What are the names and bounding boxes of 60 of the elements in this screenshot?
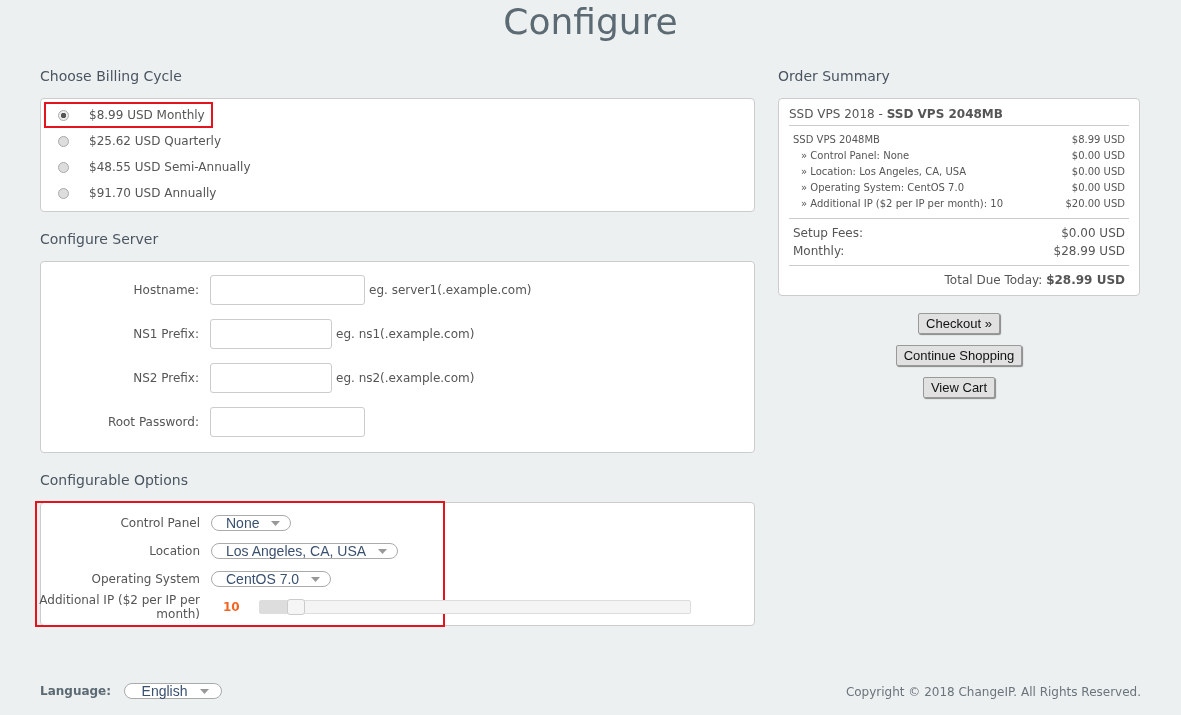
action-button[interactable]: Continue Shopping bbox=[895, 345, 1023, 366]
option-label: Location bbox=[148, 544, 200, 558]
field-hint: eg. server1(.example.com) bbox=[369, 283, 532, 297]
slider-track[interactable] bbox=[259, 600, 691, 614]
input-field[interactable] bbox=[210, 363, 332, 393]
field-label: NS1 Prefix: bbox=[132, 327, 199, 341]
radio-button[interactable] bbox=[58, 187, 69, 199]
field-label: NS2 Prefix: bbox=[132, 371, 199, 385]
field-hint: eg. ns2(.example.com) bbox=[336, 371, 475, 385]
input-field[interactable] bbox=[210, 319, 332, 349]
option-label: Operating System bbox=[90, 572, 200, 586]
billing-option-label[interactable]: $8.99 USD Monthly bbox=[89, 108, 205, 122]
language-label: Language: bbox=[40, 684, 112, 698]
radio-button[interactable] bbox=[58, 109, 69, 121]
section-heading: Configure Server bbox=[40, 230, 160, 249]
total-label: Monthly: bbox=[793, 243, 845, 260]
caret-icon bbox=[311, 576, 321, 582]
line-price: $0.00 USD bbox=[1071, 181, 1125, 195]
radio-button[interactable] bbox=[58, 161, 69, 173]
action-button[interactable]: View Cart bbox=[922, 377, 996, 398]
billing-option-label[interactable]: $91.70 USD Annually bbox=[89, 186, 217, 200]
option-label: Control Panel bbox=[119, 516, 200, 530]
field-label: Root Password: bbox=[106, 415, 199, 429]
total-due: Total Due Today: $28.99 USD bbox=[944, 273, 1125, 287]
caret-icon bbox=[199, 688, 209, 694]
total-price: $28.99 USD bbox=[1053, 243, 1125, 260]
section-heading: Choose Billing Cycle bbox=[40, 67, 183, 86]
line-price: $20.00 USD bbox=[1065, 197, 1125, 211]
input-field[interactable] bbox=[210, 275, 365, 305]
line-item: » Additional IP ($2 per IP per month): 10 bbox=[800, 197, 1003, 211]
line-item: » Location: Los Angeles, CA, USA bbox=[800, 165, 967, 179]
line-item: » Operating System: CentOS 7.0 bbox=[800, 181, 964, 195]
option-label: Additional IP ($2 per IP per month) bbox=[38, 593, 200, 621]
total-price: $0.00 USD bbox=[1061, 225, 1125, 242]
line-item: » Control Panel: None bbox=[800, 149, 910, 163]
line-price: $0.00 USD bbox=[1071, 149, 1125, 163]
dropdown[interactable]: None bbox=[211, 515, 292, 531]
language-dropdown[interactable]: English bbox=[124, 683, 223, 699]
dropdown[interactable]: Los Angeles, CA, USA bbox=[211, 543, 399, 559]
line-item: SSD VPS 2048MB bbox=[793, 133, 880, 147]
input-field[interactable] bbox=[210, 407, 365, 437]
field-label: Hostname: bbox=[132, 283, 199, 297]
section-heading: Order Summary bbox=[778, 67, 891, 86]
total-label: Setup Fees: bbox=[793, 225, 864, 242]
action-button[interactable]: Checkout » bbox=[918, 313, 1000, 334]
slider-handle[interactable] bbox=[287, 599, 306, 615]
product-title: SSD VPS 2018 - SSD VPS 2048MB bbox=[789, 105, 1129, 126]
line-price: $8.99 USD bbox=[1071, 133, 1125, 147]
caret-icon bbox=[378, 548, 388, 554]
copyright-text: Copyright © 2018 ChangeIP. All Rights Reserved. bbox=[845, 685, 1141, 699]
billing-option-label[interactable]: $25.62 USD Quarterly bbox=[89, 134, 222, 148]
slider-value: 10 bbox=[222, 600, 241, 614]
section-heading: Configurable Options bbox=[40, 471, 189, 490]
radio-button[interactable] bbox=[58, 135, 69, 147]
page-title: Configure bbox=[502, 0, 679, 44]
caret-icon bbox=[271, 520, 281, 526]
field-hint: eg. ns1(.example.com) bbox=[336, 327, 475, 341]
billing-option-label[interactable]: $48.55 USD Semi-Annually bbox=[89, 160, 251, 174]
line-price: $0.00 USD bbox=[1071, 165, 1125, 179]
dropdown[interactable]: CentOS 7.0 bbox=[211, 571, 332, 587]
